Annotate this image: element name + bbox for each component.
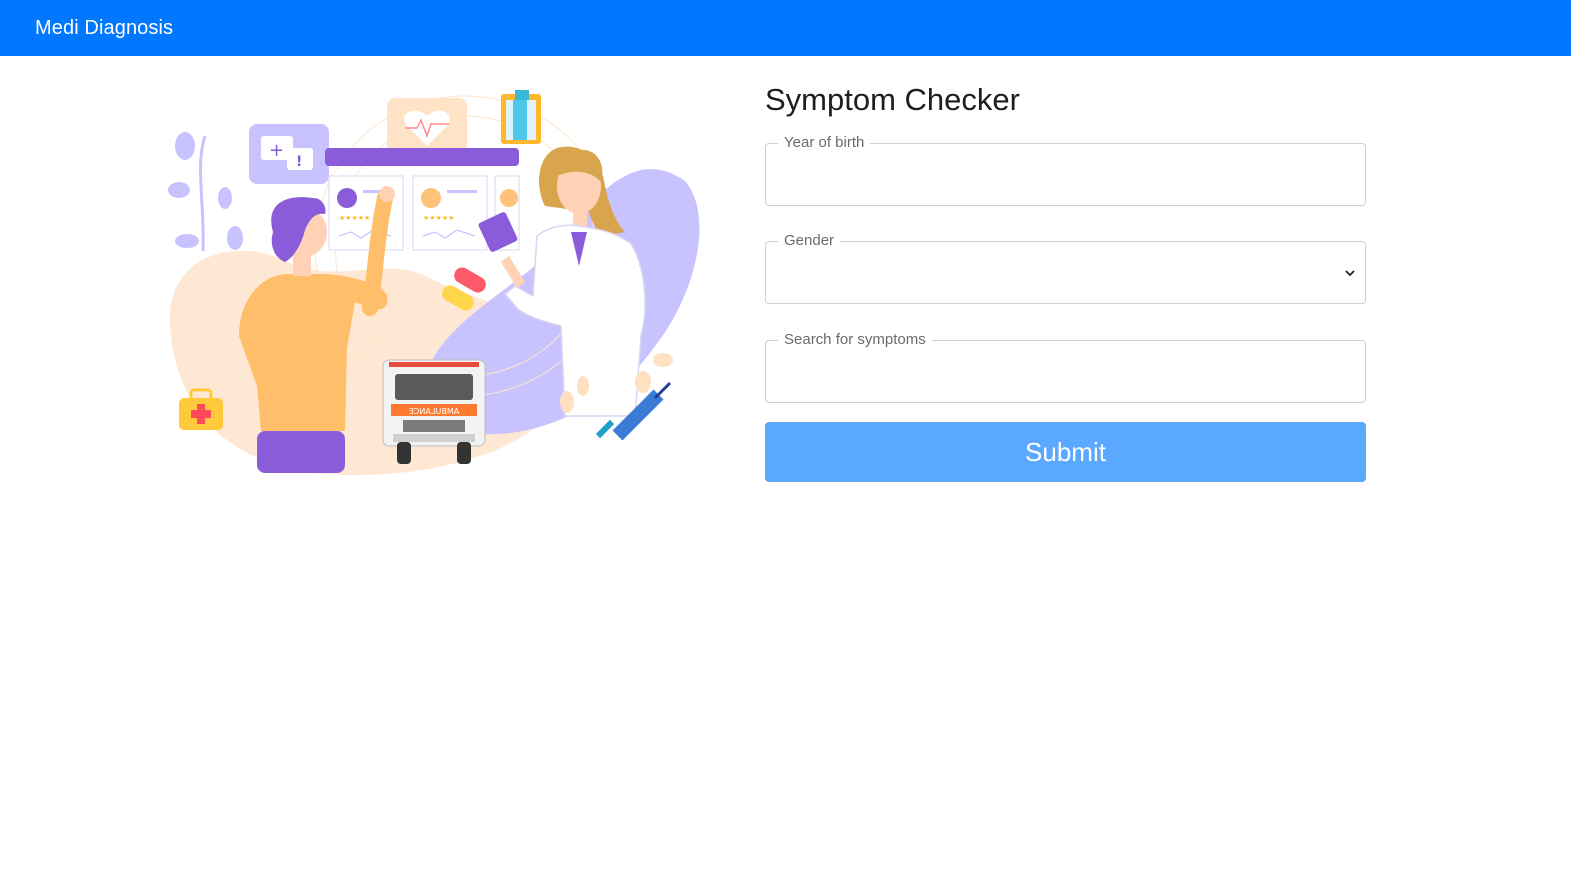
doctor-consultation-illustration: + ! ★★★★★ ★★★★★ AMBULANCE [165,86,705,478]
year-of-birth-input[interactable] [766,144,1365,205]
ambulance-label: AMBULANCE [409,407,459,416]
page-title: Symptom Checker [765,82,1020,117]
svg-text:★★★★★: ★★★★★ [339,214,370,222]
gender-selected-value[interactable] [766,242,1365,303]
symptoms-search-input[interactable] [766,341,1365,402]
svg-text:!: ! [296,154,302,170]
chevron-down-icon[interactable] [1343,266,1357,280]
svg-text:+: + [269,140,284,161]
symptoms-search-field[interactable]: Search for symptoms [765,331,1366,403]
top-navbar: Medi Diagnosis [0,0,1571,56]
submit-button[interactable]: Submit [765,422,1366,482]
symptom-checker-form: Symptom Checker Year of birth Gender Sea… [765,78,1366,482]
svg-text:★★★★★: ★★★★★ [423,214,454,222]
year-of-birth-field[interactable]: Year of birth [765,134,1366,206]
gender-select[interactable]: Gender [765,232,1366,304]
brand-link[interactable]: Medi Diagnosis [35,17,173,40]
